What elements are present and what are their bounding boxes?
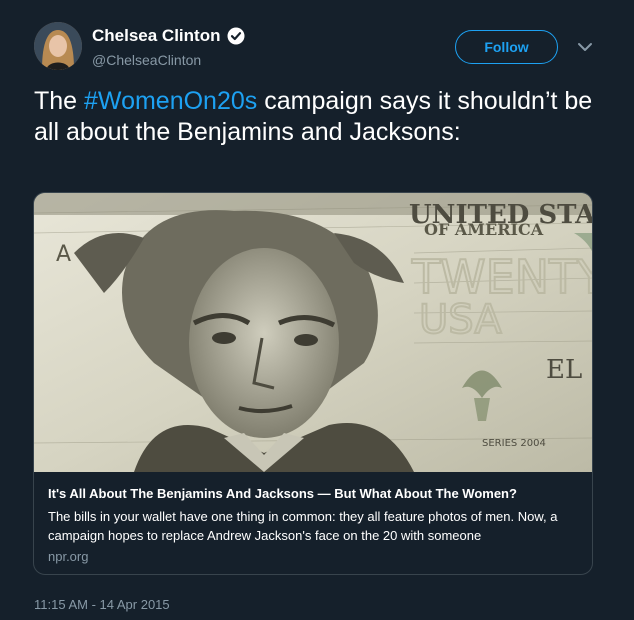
follow-button[interactable]: Follow xyxy=(455,30,558,64)
bill-text-usa: USA xyxy=(419,297,502,343)
bill-text-series: SERIES 2004 xyxy=(482,438,546,449)
bill-letters-el: EL xyxy=(546,355,582,385)
avatar[interactable] xyxy=(34,22,82,70)
author-handle[interactable]: @ChelseaClinton xyxy=(92,52,201,68)
bill-text-twenty: TWENTY xyxy=(411,250,593,304)
bill-text-of-america: OF AMERICA xyxy=(424,220,544,239)
hashtag-link[interactable]: #WomenOn20s xyxy=(84,87,257,115)
author-display-name[interactable]: Chelsea Clinton xyxy=(92,26,220,46)
bill-letter-a: A xyxy=(56,242,71,267)
card-image[interactable]: UNITED STATES OF AMERICA A TWENTY USA EL… xyxy=(34,193,593,472)
avatar-image xyxy=(34,22,82,70)
tweet-timestamp[interactable]: 11:15 AM - 14 Apr 2015 xyxy=(34,597,170,612)
verified-badge-icon xyxy=(227,27,245,45)
card-title[interactable]: It's All About The Benjamins And Jackson… xyxy=(48,485,580,502)
author-name-row: Chelsea Clinton xyxy=(92,26,245,46)
card-body: It's All About The Benjamins And Jackson… xyxy=(48,485,580,564)
chevron-down-icon[interactable] xyxy=(576,40,594,54)
card-domain: npr.org xyxy=(48,549,89,564)
tweet-text-before: The xyxy=(34,87,85,115)
card-description: The bills in your wallet have one thing … xyxy=(48,509,558,543)
tweet-text: The #WomenOn20s campaign says it shouldn… xyxy=(34,86,594,148)
link-preview-card[interactable]: UNITED STATES OF AMERICA A TWENTY USA EL… xyxy=(33,192,593,575)
